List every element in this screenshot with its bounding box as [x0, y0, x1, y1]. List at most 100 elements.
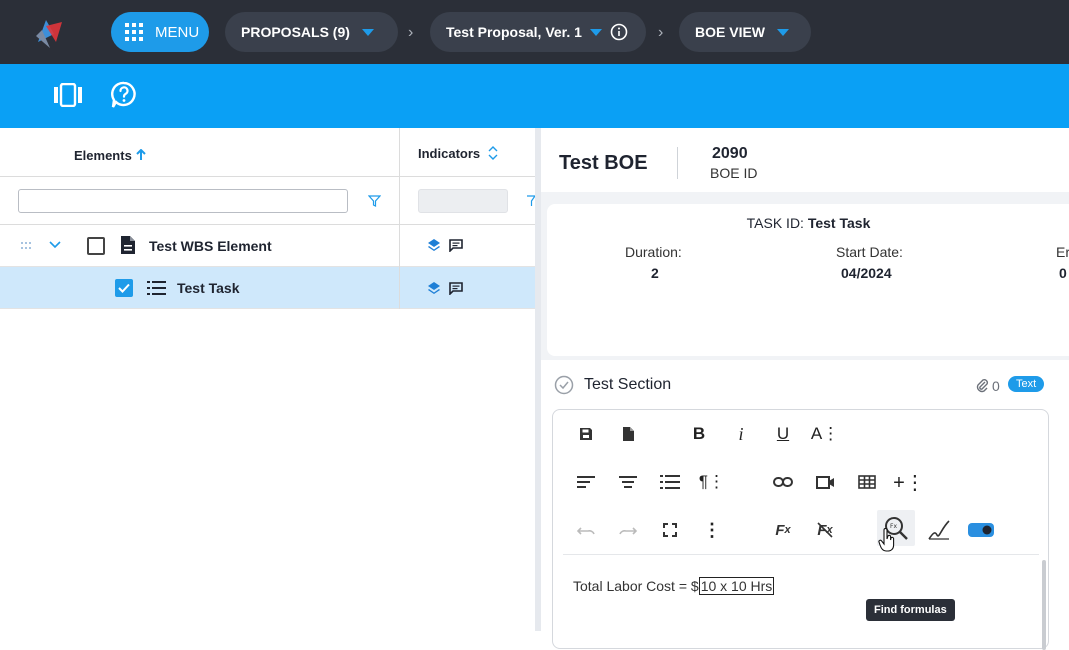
- insert-more-button[interactable]: +⋮: [893, 468, 925, 496]
- indicators-filter-input[interactable]: [418, 189, 508, 213]
- italic-button[interactable]: i: [727, 420, 755, 448]
- duration-value: 2: [651, 265, 659, 281]
- document-icon: [121, 236, 135, 254]
- table-row[interactable]: Test Task: [0, 267, 535, 309]
- editor-text: Total Labor Cost = $: [573, 578, 699, 594]
- row-label: Test Task: [177, 280, 240, 296]
- end-date-label: Er: [1056, 244, 1069, 260]
- elements-filter-input[interactable]: [18, 189, 348, 213]
- sort-up-icon[interactable]: [135, 149, 147, 161]
- chevron-down-icon[interactable]: [49, 240, 61, 250]
- more-options-button[interactable]: ⋮: [698, 516, 726, 544]
- column-header-indicators[interactable]: Indicators: [418, 146, 480, 161]
- fullscreen-button[interactable]: [656, 516, 684, 544]
- proposals-label: PROPOSALS (9): [241, 24, 350, 40]
- row-checkbox[interactable]: [87, 237, 105, 255]
- layers-icon[interactable]: [427, 281, 441, 295]
- proposals-dropdown[interactable]: PROPOSALS (9): [225, 12, 398, 52]
- help-icon[interactable]: [111, 81, 137, 109]
- row-label: Test WBS Element: [149, 238, 272, 254]
- document-icon: [622, 427, 634, 441]
- end-date-value: 0: [1059, 265, 1067, 281]
- menu-button[interactable]: MENU: [111, 12, 209, 52]
- save-button[interactable]: [572, 420, 600, 448]
- info-icon[interactable]: [610, 23, 628, 41]
- signature-icon: [928, 520, 950, 540]
- boe-id-label: BOE ID: [710, 165, 758, 181]
- text-format-button[interactable]: A⋮: [811, 420, 839, 448]
- action-toolbar: [0, 64, 1069, 128]
- save-icon: [580, 428, 592, 440]
- underline-button[interactable]: U: [769, 420, 797, 448]
- formula-button[interactable]: Fx: [769, 516, 797, 544]
- rich-text-editor: B i U A⋮ ¶⋮ +⋮ ⋮ F x F x Fx Total Labor …: [552, 409, 1049, 650]
- grid-icon: [125, 23, 143, 41]
- paperclip-icon[interactable]: [975, 377, 989, 393]
- link-icon: [773, 477, 793, 487]
- align-left-button[interactable]: [572, 468, 600, 496]
- ordered-list-icon: [660, 475, 680, 489]
- view-dropdown[interactable]: BOE VIEW: [679, 12, 811, 52]
- chevron-right-icon: ›: [408, 24, 414, 41]
- formula-field[interactable]: 10 x 10 Hrs: [698, 577, 775, 595]
- sort-both-icon[interactable]: [488, 146, 498, 160]
- filter-icon[interactable]: [526, 195, 535, 207]
- toggle-icon: [968, 523, 994, 537]
- bold-button[interactable]: B: [685, 420, 713, 448]
- column-header-elements[interactable]: Elements: [74, 148, 132, 163]
- find-formulas-tooltip: Find formulas: [866, 599, 955, 621]
- view-label: BOE VIEW: [695, 24, 766, 40]
- row-checkbox-checked[interactable]: [115, 279, 133, 297]
- app-logo[interactable]: [32, 12, 72, 52]
- align-center-button[interactable]: [614, 468, 642, 496]
- comment-icon[interactable]: [449, 239, 463, 252]
- toolbar-divider: [563, 554, 1039, 555]
- column-divider: [399, 225, 400, 267]
- redo-button[interactable]: [614, 516, 642, 544]
- new-document-button[interactable]: [614, 420, 642, 448]
- boe-id-value: 2090: [712, 145, 748, 162]
- redo-icon: [619, 527, 637, 535]
- boe-header: Test BOE 2090 BOE ID: [541, 128, 1069, 192]
- remove-formula-button[interactable]: Fx: [811, 516, 839, 544]
- carousel-icon[interactable]: [54, 83, 82, 107]
- table-row[interactable]: Test WBS Element: [0, 225, 535, 267]
- column-divider: [399, 267, 400, 309]
- elements-grid: Elements Indicators Test WBS Element Tes…: [0, 128, 535, 631]
- chevron-right-icon: ›: [658, 24, 664, 41]
- undo-button[interactable]: [572, 516, 600, 544]
- video-icon: [815, 475, 834, 489]
- proposal-dropdown[interactable]: Test Proposal, Ver. 1: [430, 12, 646, 52]
- editor-scrollbar[interactable]: [1042, 560, 1046, 650]
- check-circle-icon[interactable]: [554, 375, 574, 395]
- insert-link-button[interactable]: [769, 468, 797, 496]
- start-date-label: Start Date:: [836, 244, 903, 260]
- table-icon: [858, 475, 876, 489]
- editor-content[interactable]: Total Labor Cost = $10 x 10 Hrs: [573, 577, 775, 595]
- menu-label: MENU: [155, 23, 200, 41]
- insert-table-button[interactable]: [853, 468, 881, 496]
- signature-button[interactable]: [925, 516, 953, 544]
- task-id-value: Test Task: [807, 215, 871, 231]
- filter-icon[interactable]: [368, 195, 381, 207]
- check-icon: [118, 283, 130, 293]
- undo-icon: [577, 527, 595, 535]
- column-divider: [399, 128, 400, 225]
- boe-title: Test BOE: [559, 152, 648, 174]
- hand-cursor-icon: [878, 528, 895, 552]
- insert-video-button[interactable]: [811, 468, 839, 496]
- drag-handle-icon[interactable]: [21, 242, 33, 250]
- start-date-value: 04/2024: [841, 265, 892, 281]
- layers-icon[interactable]: [427, 238, 441, 252]
- toggle-switch[interactable]: [967, 516, 995, 544]
- duration-label: Duration:: [625, 244, 682, 260]
- list-icon: [147, 281, 166, 295]
- boe-section: Test Section 0 Text B i U A⋮ ¶⋮ +⋮ ⋮ F x…: [541, 360, 1069, 650]
- fullscreen-icon: [663, 523, 677, 537]
- attachment-count: 0: [992, 378, 1000, 394]
- section-type-badge: Text: [1008, 376, 1045, 392]
- comment-icon[interactable]: [449, 282, 463, 295]
- top-nav-bar: MENU PROPOSALS (9) › Test Proposal, Ver.…: [0, 0, 1069, 64]
- ordered-list-button[interactable]: [656, 468, 684, 496]
- paragraph-button[interactable]: ¶⋮: [698, 468, 726, 496]
